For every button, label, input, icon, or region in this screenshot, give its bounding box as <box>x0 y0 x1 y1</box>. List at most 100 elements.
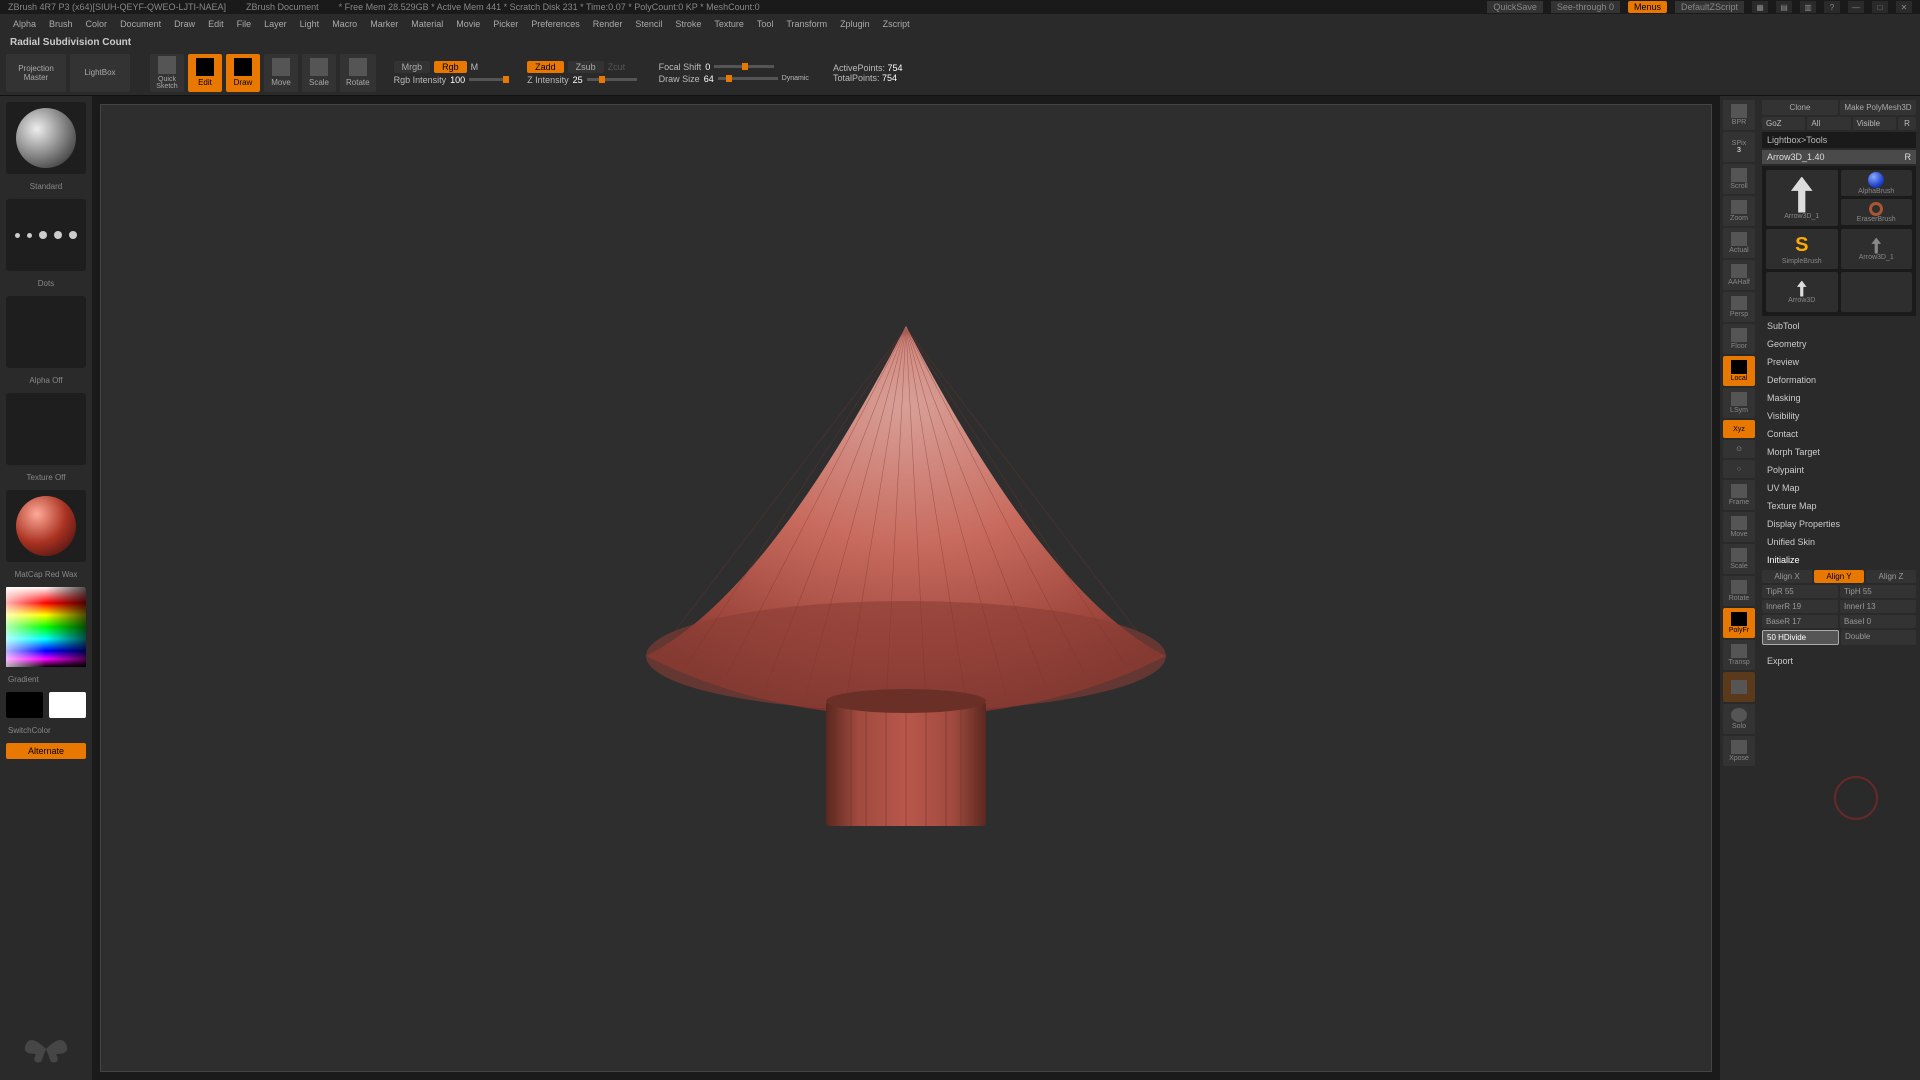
section-export[interactable]: Export <box>1762 653 1916 669</box>
move-nav-button[interactable]: Move <box>1723 512 1755 542</box>
mrgb-button[interactable]: Mrgb <box>394 61 431 73</box>
m-button[interactable]: M <box>471 62 479 72</box>
rotate-nav-button[interactable]: Rotate <box>1723 576 1755 606</box>
layout-icon-2[interactable]: ▤ <box>1776 1 1792 13</box>
z-intensity-value[interactable]: 25 <box>573 75 583 85</box>
xpose-button[interactable]: Xpose <box>1723 736 1755 766</box>
section-geometry[interactable]: Geometry <box>1762 336 1916 352</box>
menu-tool[interactable]: Tool <box>752 17 779 31</box>
rgb-button[interactable]: Rgb <box>434 61 467 73</box>
frame-button[interactable]: Frame <box>1723 480 1755 510</box>
menu-preferences[interactable]: Preferences <box>526 17 585 31</box>
scroll-button[interactable]: Scroll <box>1723 164 1755 194</box>
alternate-button[interactable]: Alternate <box>6 743 86 759</box>
edit-mode-button[interactable]: Edit <box>188 54 222 92</box>
actual-button[interactable]: Actual <box>1723 228 1755 258</box>
floor-button[interactable]: Floor <box>1723 324 1755 354</box>
dynamic-button[interactable]: Dynamic <box>782 75 809 82</box>
lsym-button[interactable]: LSym <box>1723 388 1755 418</box>
tool-thumb-eraserbrush[interactable]: EraserBrush <box>1841 199 1913 225</box>
rgb-intensity-value[interactable]: 100 <box>450 75 465 85</box>
menu-stroke[interactable]: Stroke <box>670 17 706 31</box>
z-intensity-slider[interactable] <box>587 78 637 81</box>
viewport-canvas[interactable] <box>100 104 1712 1072</box>
focal-shift-value[interactable]: 0 <box>705 62 710 72</box>
menu-macro[interactable]: Macro <box>327 17 362 31</box>
goz-r-button[interactable]: R <box>1898 117 1916 130</box>
section-uv-map[interactable]: UV Map <box>1762 480 1916 496</box>
menu-movie[interactable]: Movie <box>451 17 485 31</box>
focal-shift-slider[interactable] <box>714 65 774 68</box>
menus-button[interactable]: Menus <box>1628 1 1667 13</box>
hdivide-slider[interactable]: 50 HDivide <box>1762 630 1839 645</box>
pivot-button[interactable]: ○ <box>1723 460 1755 478</box>
draw-size-value[interactable]: 64 <box>704 74 714 84</box>
menu-layer[interactable]: Layer <box>259 17 292 31</box>
zadd-button[interactable]: Zadd <box>527 61 564 73</box>
lightbox-tools-button[interactable]: Lightbox>Tools <box>1762 132 1916 148</box>
goz-button[interactable]: GoZ <box>1762 117 1805 130</box>
scale-nav-button[interactable]: Scale <box>1723 544 1755 574</box>
tiph-slider[interactable]: TipH 55 <box>1840 585 1916 598</box>
aahalf-button[interactable]: AAHalf <box>1723 260 1755 290</box>
help-icon[interactable]: ? <box>1824 1 1840 13</box>
section-morph-target[interactable]: Morph Target <box>1762 444 1916 460</box>
texture-slot[interactable] <box>6 393 86 465</box>
menu-zscript[interactable]: Zscript <box>878 17 915 31</box>
quick-sketch-button[interactable]: Quick Sketch <box>150 54 184 92</box>
layout-icon-1[interactable]: ▦ <box>1752 1 1768 13</box>
switch-color-button[interactable]: SwitchColor <box>6 724 86 737</box>
brush-slot[interactable] <box>6 102 86 174</box>
innerr-slider[interactable]: InnerR 19 <box>1762 600 1838 613</box>
rgb-intensity-slider[interactable] <box>469 78 509 81</box>
draw-mode-button[interactable]: Draw <box>226 54 260 92</box>
reset-tool-button[interactable]: R <box>1905 152 1912 162</box>
goz-visible-button[interactable]: Visible <box>1853 117 1896 130</box>
center-button[interactable]: ⊙ <box>1723 440 1755 458</box>
tool-thumb-empty[interactable] <box>1841 272 1913 312</box>
tool-thumb-arrow3d-alt[interactable]: Arrow3D_1 <box>1841 229 1913 269</box>
alpha-slot[interactable] <box>6 296 86 368</box>
bpr-button[interactable]: BPR <box>1723 100 1755 130</box>
menu-texture[interactable]: Texture <box>709 17 749 31</box>
scale-mode-button[interactable]: Scale <box>302 54 336 92</box>
gradient-label[interactable]: Gradient <box>6 673 86 686</box>
maximize-icon[interactable]: □ <box>1872 1 1888 13</box>
goz-all-button[interactable]: All <box>1807 117 1850 130</box>
basei-slider[interactable]: BaseI 0 <box>1840 615 1916 628</box>
zoom-button[interactable]: Zoom <box>1723 196 1755 226</box>
menu-picker[interactable]: Picker <box>488 17 523 31</box>
tool-thumb-arrow3d[interactable]: Arrow3D <box>1766 272 1838 312</box>
menu-stencil[interactable]: Stencil <box>630 17 667 31</box>
move-mode-button[interactable]: Move <box>264 54 298 92</box>
baser-slider[interactable]: BaseR 17 <box>1762 615 1838 628</box>
menu-render[interactable]: Render <box>588 17 628 31</box>
tool-thumb-alphabrush[interactable]: AlphaBrush <box>1841 170 1913 196</box>
align-y-button[interactable]: Align Y <box>1814 570 1864 583</box>
section-texture-map[interactable]: Texture Map <box>1762 498 1916 514</box>
menu-light[interactable]: Light <box>295 17 325 31</box>
stroke-slot[interactable] <box>6 199 86 271</box>
menu-marker[interactable]: Marker <box>365 17 403 31</box>
ghost-button[interactable] <box>1723 672 1755 702</box>
spix-slider[interactable]: SPix3 <box>1723 132 1755 162</box>
section-subtool[interactable]: SubTool <box>1762 318 1916 334</box>
make-polymesh-button[interactable]: Make PolyMesh3D <box>1840 100 1916 115</box>
menu-edit[interactable]: Edit <box>203 17 229 31</box>
menu-file[interactable]: File <box>232 17 257 31</box>
primary-color-chip[interactable] <box>49 692 86 718</box>
menu-draw[interactable]: Draw <box>169 17 200 31</box>
menu-document[interactable]: Document <box>115 17 166 31</box>
seethrough-slider[interactable]: See-through 0 <box>1551 1 1620 13</box>
xyz-button[interactable]: Xyz <box>1723 420 1755 438</box>
section-polypaint[interactable]: Polypaint <box>1762 462 1916 478</box>
inneri-slider[interactable]: InnerI 13 <box>1840 600 1916 613</box>
draw-size-slider[interactable] <box>718 77 778 80</box>
default-zscript[interactable]: DefaultZScript <box>1675 1 1744 13</box>
section-preview[interactable]: Preview <box>1762 354 1916 370</box>
section-contact[interactable]: Contact <box>1762 426 1916 442</box>
section-masking[interactable]: Masking <box>1762 390 1916 406</box>
transp-button[interactable]: Transp <box>1723 640 1755 670</box>
local-button[interactable]: Local <box>1723 356 1755 386</box>
section-unified-skin[interactable]: Unified Skin <box>1762 534 1916 550</box>
